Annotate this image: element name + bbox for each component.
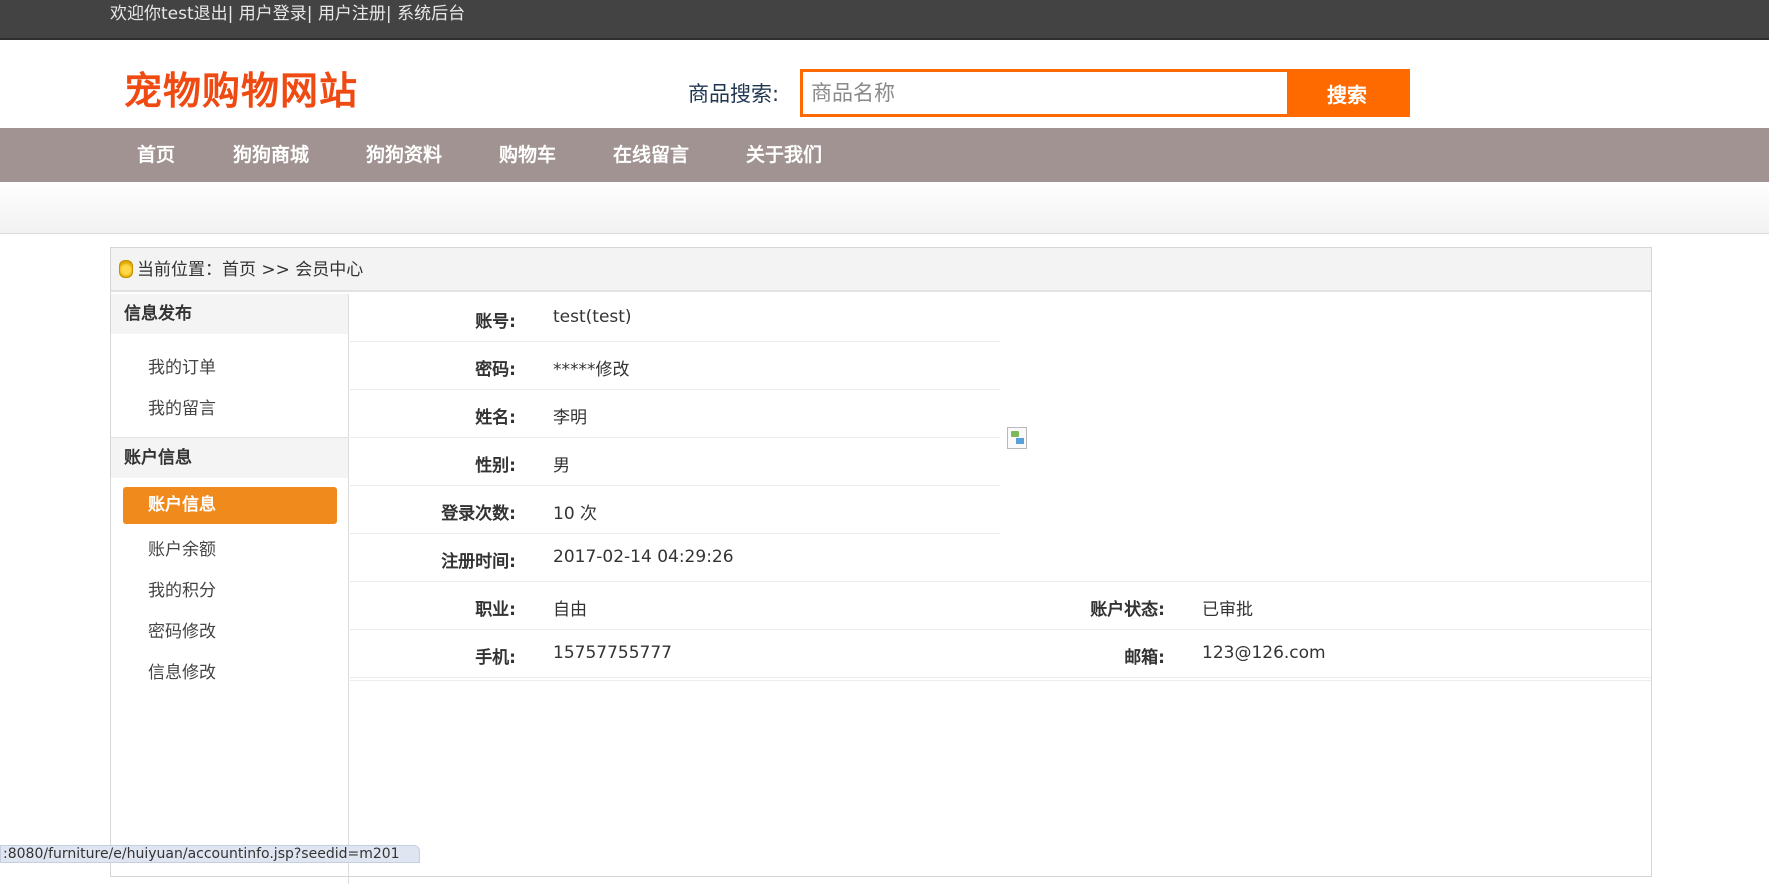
search-input[interactable] — [803, 72, 1287, 114]
breadcrumb-text: 当前位置：首页 >> 会员中心 — [137, 260, 364, 280]
search-label: 商品搜索: — [688, 82, 780, 106]
admin-link[interactable]: 系统后台 — [397, 4, 465, 24]
field-value-occupation: 自由 — [553, 600, 587, 620]
row-divider — [350, 389, 1000, 390]
field-label-account-status: 账户状态: — [1090, 600, 1165, 620]
main-nav: 首页 狗狗商城 狗狗资料 购物车 在线留言 关于我们 — [0, 128, 1769, 182]
field-label-login-count: 登录次数: — [441, 504, 516, 524]
row-divider — [350, 680, 1651, 681]
field-label-email: 邮箱: — [1124, 648, 1165, 668]
nav-item-dog-mall[interactable]: 狗狗商城 — [233, 128, 309, 182]
row-divider — [350, 677, 1651, 678]
spacer-band — [0, 182, 1769, 234]
top-bar: 欢迎你test退出| 用户登录| 用户注册| 系统后台 — [0, 0, 1769, 40]
sidebar-item-balance[interactable]: 账户余额 — [148, 535, 216, 560]
search-button[interactable]: 搜索 — [1287, 72, 1407, 114]
field-value-login-count: 10 次 — [553, 504, 598, 524]
field-value-register-time: 2017-02-14 04:29:26 — [553, 547, 734, 567]
row-divider — [350, 629, 1651, 630]
row-divider — [350, 581, 1651, 582]
sidebar: 信息发布 我的订单 我的留言 账户信息 账户信息 账户余额 我的积分 密码修改 … — [111, 294, 349, 884]
welcome-text: 欢迎你test — [110, 4, 194, 24]
field-label-password: 密码: — [475, 360, 516, 380]
sidebar-section-publish: 信息发布 — [111, 294, 348, 334]
row-divider — [350, 437, 1000, 438]
field-value-account-status: 已审批 — [1202, 600, 1253, 620]
field-label-name: 姓名: — [475, 408, 516, 428]
field-label-phone: 手机: — [475, 648, 516, 668]
logout-link[interactable]: 退出| — [194, 4, 234, 24]
avatar-image — [1007, 427, 1027, 449]
sidebar-item-change-password[interactable]: 密码修改 — [148, 617, 216, 642]
breadcrumb: 当前位置：首页 >> 会员中心 — [111, 248, 1651, 292]
login-link[interactable]: 用户登录| — [239, 4, 313, 24]
sidebar-item-edit-info[interactable]: 信息修改 — [148, 658, 216, 683]
sidebar-item-my-orders[interactable]: 我的订单 — [148, 353, 216, 378]
field-label-gender: 性别: — [475, 456, 516, 476]
row-divider — [350, 485, 1000, 486]
header: 宠物购物网站 商品搜索: 搜索 — [0, 40, 1769, 128]
status-bar-url: :8080/furniture/e/huiyuan/accountinfo.js… — [0, 845, 420, 863]
field-value-account: test(test) — [553, 307, 632, 327]
nav-item-dog-info[interactable]: 狗狗资料 — [366, 128, 442, 182]
row-divider — [350, 341, 1000, 342]
nav-item-messages[interactable]: 在线留言 — [613, 128, 689, 182]
nav-item-home[interactable]: 首页 — [137, 128, 175, 182]
member-panel: 当前位置：首页 >> 会员中心 信息发布 我的订单 我的留言 账户信息 账户信息… — [110, 247, 1652, 884]
top-links: 欢迎你test退出| 用户登录| 用户注册| 系统后台 — [110, 3, 465, 25]
field-value-password[interactable]: *****修改 — [553, 355, 630, 380]
nav-item-cart[interactable]: 购物车 — [499, 128, 556, 182]
location-icon — [119, 260, 133, 278]
search-box: 搜索 — [800, 69, 1410, 117]
nav-item-about[interactable]: 关于我们 — [746, 128, 822, 182]
field-label-account: 账号: — [475, 312, 516, 332]
field-value-gender: 男 — [553, 456, 570, 476]
field-value-email: 123@126.com — [1202, 643, 1326, 663]
account-info: 账号: test(test) 密码: *****修改 姓名: 李明 性别: 男 … — [350, 294, 1651, 884]
sidebar-item-points[interactable]: 我的积分 — [148, 576, 216, 601]
field-label-register-time: 注册时间: — [441, 552, 516, 572]
row-divider — [350, 533, 1000, 534]
sidebar-item-account-info[interactable]: 账户信息 — [123, 487, 337, 524]
site-logo[interactable]: 宠物购物网站 — [124, 60, 358, 115]
field-value-phone: 15757755777 — [553, 643, 672, 663]
sidebar-section-account: 账户信息 — [111, 438, 348, 478]
register-link[interactable]: 用户注册| — [318, 4, 392, 24]
field-label-occupation: 职业: — [475, 600, 516, 620]
sidebar-item-my-messages[interactable]: 我的留言 — [148, 394, 216, 419]
field-value-name: 李明 — [553, 408, 587, 428]
